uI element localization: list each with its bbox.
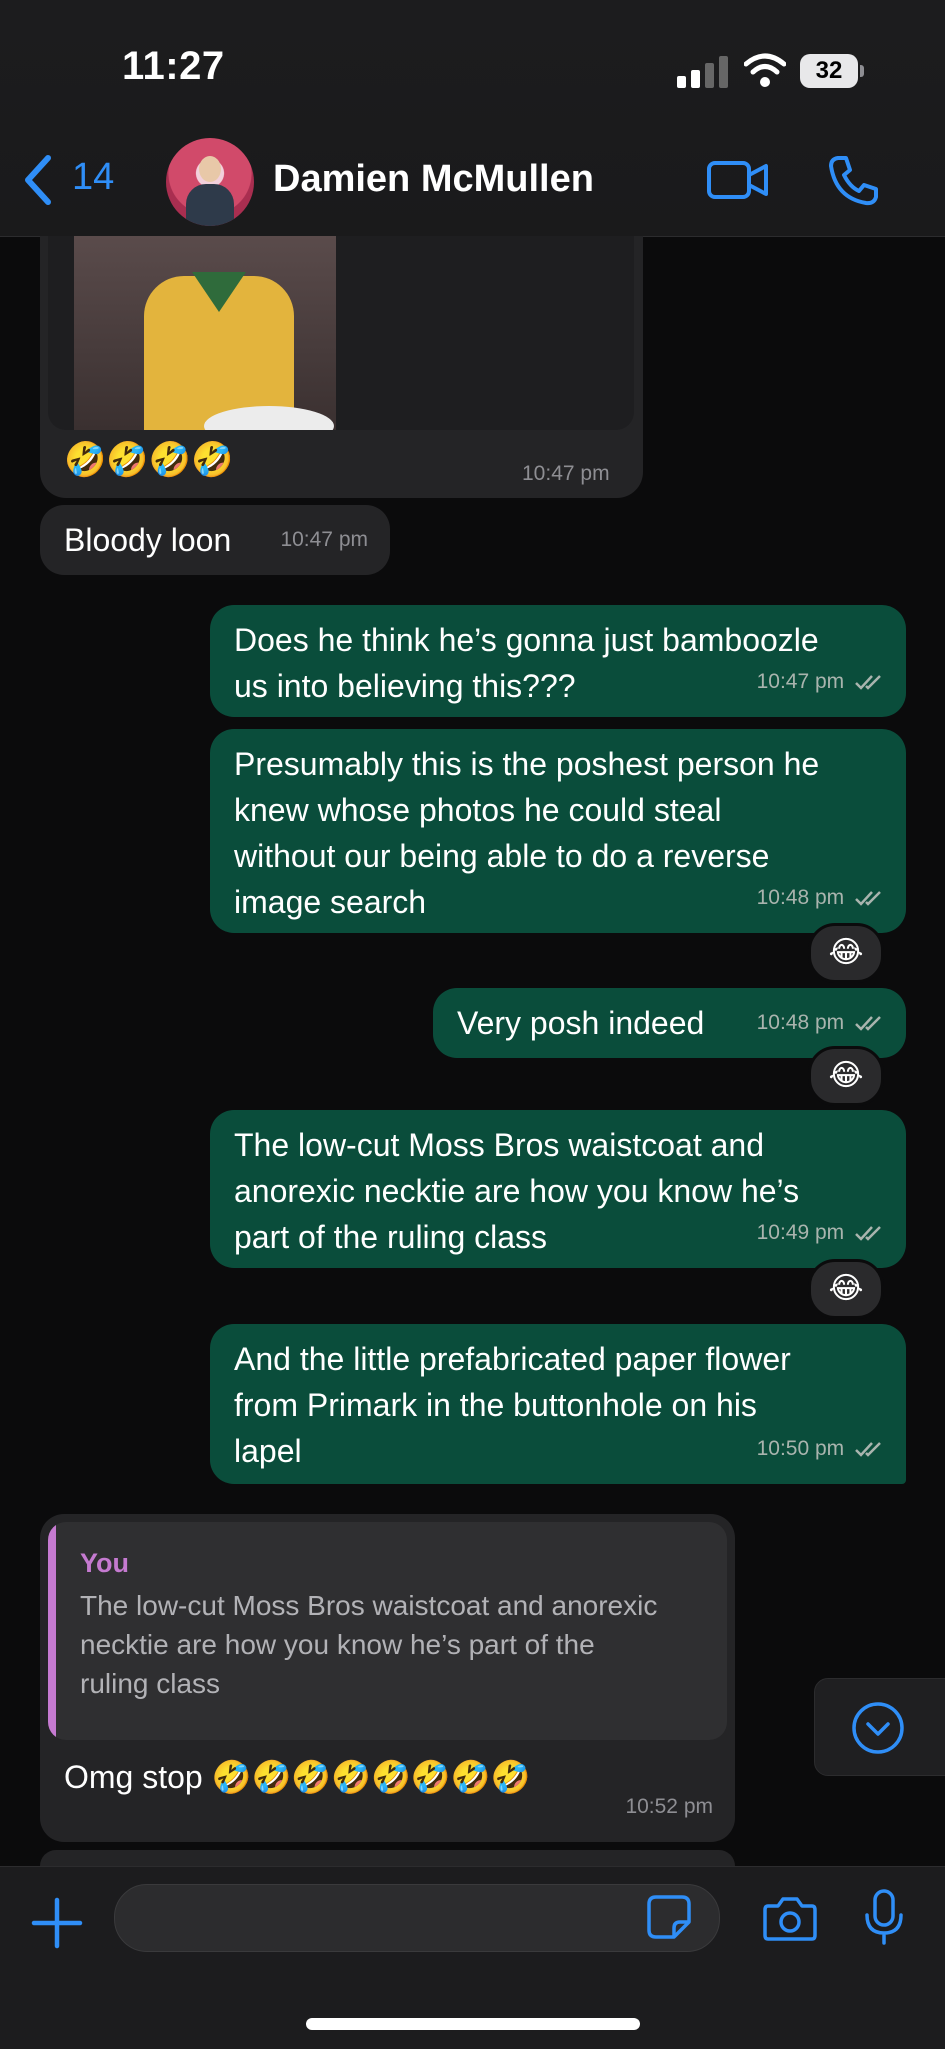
message-meta: 10:48 pm	[757, 875, 884, 921]
message-bubble-outgoing[interactable]: Presumably this is the poshest person he…	[210, 729, 906, 933]
message-time: 10:47 pm	[522, 462, 610, 485]
contact-name[interactable]: Damien McMullen	[273, 158, 594, 201]
message-bubble-outgoing[interactable]: Does he think he’s gonna just bamboozle …	[210, 605, 906, 717]
message-text: Very posh indeed	[457, 1005, 705, 1041]
sticker-icon[interactable]	[646, 1894, 692, 1940]
message-meta: 10:49 pm	[757, 1210, 884, 1256]
shared-photo[interactable]	[74, 236, 336, 430]
photo-frame	[48, 236, 634, 430]
quote-author: You	[80, 1548, 129, 1578]
chat-header	[0, 0, 945, 237]
message-meta: 10:50 pm	[757, 1426, 884, 1472]
home-indicator	[306, 2018, 640, 2030]
reaction-badge[interactable]: 😂	[808, 1259, 884, 1319]
read-receipt-icon	[855, 891, 881, 907]
message-bubble-incoming[interactable]: You The low-cut Moss Bros waistcoat and …	[40, 1514, 735, 1842]
message-time: 10:48 pm	[756, 886, 845, 909]
message-text: Bloody loon	[64, 522, 232, 558]
scroll-to-bottom-button[interactable]	[814, 1678, 945, 1776]
message-input[interactable]	[114, 1884, 720, 1952]
message-time: 10:52 pm	[625, 1795, 713, 1818]
message-text: And the little prefabricated paper flowe…	[234, 1341, 791, 1469]
battery-level: 32	[800, 54, 858, 88]
message-time: 10:50 pm	[756, 1437, 845, 1460]
message-text: Does he think he’s gonna just bamboozle …	[234, 622, 819, 704]
message-time: 10:47 pm	[280, 528, 368, 551]
avatar[interactable]	[166, 138, 254, 226]
message-bubble-incoming[interactable]: Bloody loon 10:47 pm	[40, 505, 390, 575]
battery-icon: 32	[800, 54, 864, 88]
quote-accent-bar	[48, 1522, 56, 1740]
cellular-signal-icon	[677, 56, 728, 88]
message-time: 10:48 pm	[756, 1011, 845, 1034]
message-time: 10:49 pm	[756, 1221, 845, 1244]
reaction-badge[interactable]: 😂	[808, 923, 884, 983]
read-receipt-icon	[855, 1442, 881, 1458]
reaction-badge[interactable]: 😂	[808, 1046, 884, 1106]
back-unread-count[interactable]: 14	[72, 156, 114, 199]
message-text: Presumably this is the poshest person he…	[234, 746, 820, 920]
quote-text: The low-cut Moss Bros waistcoat and anor…	[80, 1590, 658, 1699]
message-meta: 10:47 pm	[757, 659, 884, 705]
plus-icon[interactable]	[30, 1896, 84, 1950]
wifi-icon	[744, 53, 786, 87]
message-text: The low-cut Moss Bros waistcoat and anor…	[234, 1127, 800, 1255]
quoted-message[interactable]: You The low-cut Moss Bros waistcoat and …	[48, 1522, 727, 1740]
microphone-icon[interactable]	[862, 1888, 906, 1946]
message-bubble-outgoing[interactable]: And the little prefabricated paper flowe…	[210, 1324, 906, 1484]
read-receipt-icon	[855, 1016, 881, 1032]
message-bubble-incoming[interactable]	[40, 1850, 735, 1866]
message-meta: 10:48 pm	[757, 1000, 884, 1046]
video-call-icon[interactable]	[706, 160, 770, 200]
read-receipt-icon	[855, 1226, 881, 1242]
status-time: 11:27	[122, 44, 225, 88]
back-chevron-icon[interactable]	[18, 150, 58, 210]
read-receipt-icon	[855, 675, 881, 691]
camera-icon[interactable]	[762, 1894, 818, 1942]
photo-caption: 🤣🤣🤣🤣	[64, 441, 234, 479]
phone-call-icon[interactable]	[828, 154, 878, 206]
message-time: 10:47 pm	[756, 670, 845, 693]
message-bubble-outgoing[interactable]: The low-cut Moss Bros waistcoat and anor…	[210, 1110, 906, 1268]
chevron-down-icon	[852, 1702, 904, 1754]
message-text: Omg stop 🤣🤣🤣🤣🤣🤣🤣🤣	[64, 1759, 531, 1795]
